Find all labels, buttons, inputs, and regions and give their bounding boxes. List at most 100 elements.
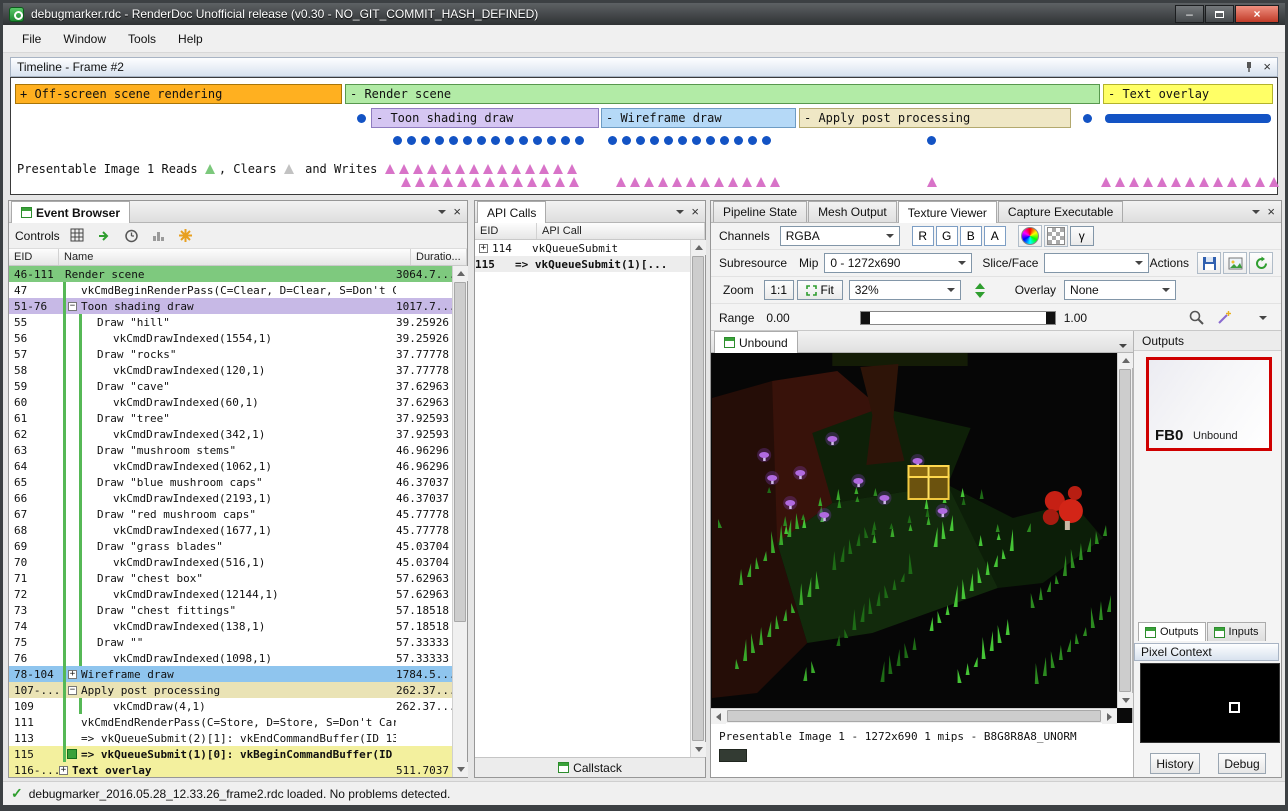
menu-item[interactable]: File [11,28,52,50]
event-row[interactable]: 116-... + Text overlay 511.7037 [9,762,452,777]
chevron-down-icon[interactable] [1252,210,1260,214]
panel-tab[interactable]: Capture Executable [998,201,1123,222]
save-button[interactable] [1197,252,1221,274]
event-row[interactable]: 115 => vkQueueSubmit(1)[0]: vkBeginComma… [9,746,452,762]
close-button[interactable]: × [1235,5,1279,23]
texture-display-area[interactable] [711,353,1133,723]
tab-current-texture[interactable]: Unbound [714,331,798,353]
tab-inputs[interactable]: Inputs [1207,622,1266,641]
event-row[interactable]: 107-... − Apply post processing 262.37..… [9,682,452,698]
bookmark-star-icon[interactable] [177,227,195,245]
minimize-button[interactable]: – [1175,5,1204,23]
pin-icon[interactable] [1243,61,1255,73]
output-thumbnail-fb0[interactable]: FB0 Unbound [1146,357,1272,451]
menu-item[interactable]: Help [167,28,214,50]
callstack-section[interactable]: Callstack [475,757,705,777]
channel-button[interactable]: B [960,226,982,246]
event-row[interactable]: 67 Draw "red mushroom caps" 45.77778 [9,506,452,522]
expander-icon[interactable]: + [68,670,77,679]
close-icon[interactable]: × [453,206,461,218]
menu-item[interactable]: Window [52,28,117,50]
event-row[interactable]: 113 => vkQueueSubmit(2)[1]: vkEndCommand… [9,730,452,746]
find-icon[interactable] [69,227,87,245]
expander-icon[interactable]: − [68,302,77,311]
tab-event-browser[interactable]: Event Browser [11,201,130,223]
event-row[interactable]: 65 Draw "blue mushroom caps" 46.37037 [9,474,452,490]
panel-tab[interactable]: Mesh Output [808,201,897,222]
event-row[interactable]: 63 Draw "mushroom stems" 46.96296 [9,442,452,458]
channels-select[interactable]: RGBA [780,226,900,246]
event-row[interactable]: 59 Draw "cave" 37.62963 [9,378,452,394]
event-row[interactable]: 66 vkCmdDrawIndexed(2193,1) 46.37037 [9,490,452,506]
timeline-bar-toon-shading[interactable]: - Toon shading draw [371,108,599,128]
zoom-select[interactable]: 32% [849,280,961,300]
event-row[interactable]: 62 vkCmdDrawIndexed(342,1) 37.92593 [9,426,452,442]
column-header[interactable]: EID [9,249,59,265]
texture-horizontal-scrollbar[interactable] [711,708,1117,723]
zoom-range-button[interactable] [1187,309,1205,327]
jump-to-eid-icon[interactable] [96,227,114,245]
event-row[interactable]: 111 vkCmdEndRenderPass(C=Store, D=Store,… [9,714,452,730]
mip-select[interactable]: 0 - 1272x690 [824,253,972,273]
expander-icon[interactable]: + [479,244,488,253]
event-row[interactable]: 75 Draw "" 57.33333 [9,634,452,650]
debug-button[interactable]: Debug [1218,753,1266,774]
tab-outputs[interactable]: Outputs [1138,622,1206,641]
api-call-row[interactable]: 115 => vkQueueSubmit(1)[... [475,256,690,272]
event-row[interactable]: 46-111 Render scene 3064.7... [9,266,452,282]
gamma-button[interactable]: γ [1070,226,1094,246]
refresh-button[interactable] [1249,252,1273,274]
channel-button[interactable]: G [936,226,958,246]
fit-button[interactable]: Fit [797,280,843,300]
expander-icon[interactable]: + [59,766,68,775]
timer-icon[interactable] [123,227,141,245]
column-header[interactable]: EID [475,223,537,239]
column-header[interactable]: Name [59,249,411,265]
event-browser-scrollbar[interactable] [452,266,467,777]
maximize-button[interactable] [1205,5,1234,23]
color-wheel-button[interactable] [1018,225,1042,247]
chevron-down-icon[interactable] [438,210,446,214]
timeline-bar-wireframe[interactable]: - Wireframe draw [601,108,796,128]
range-min-handle[interactable] [861,312,870,324]
texture-vertical-scrollbar[interactable] [1117,353,1132,708]
overlay-select[interactable]: None [1064,280,1176,300]
range-max-value[interactable]: 1.00 [1064,311,1087,325]
close-icon[interactable]: × [691,206,699,218]
range-max-handle[interactable] [1046,312,1055,324]
autofit-wand-button[interactable] [1215,309,1233,327]
toolbar-overflow-icon[interactable] [1259,316,1267,320]
tab-api-calls[interactable]: API Calls [477,201,546,223]
range-slider[interactable] [860,311,1056,325]
chevron-down-icon[interactable] [676,210,684,214]
timeline-bar-render-scene[interactable]: - Render scene [345,84,1100,104]
channel-button[interactable]: R [912,226,934,246]
event-row[interactable]: 69 Draw "grass blades" 45.03704 [9,538,452,554]
expander-icon[interactable]: − [68,686,77,695]
event-row[interactable]: 47 vkCmdBeginRenderPass(C=Clear, D=Clear… [9,282,452,298]
event-row[interactable]: 73 Draw "chest fittings" 57.18518 [9,602,452,618]
texture-image[interactable] [712,353,1118,708]
column-header[interactable]: Duratio... [411,249,467,265]
zoom-1to1-button[interactable]: 1:1 [764,280,794,300]
timeline-bar-offscreen[interactable]: + Off-screen scene rendering [15,84,342,104]
event-row[interactable]: 72 vkCmdDrawIndexed(12144,1) 57.62963 [9,586,452,602]
event-row[interactable]: 55 Draw "hill" 39.25926 [9,314,452,330]
statistics-icon[interactable] [150,227,168,245]
close-icon[interactable]: × [1267,206,1275,218]
channel-button[interactable]: A [984,226,1006,246]
history-button[interactable]: History [1150,753,1200,774]
event-row[interactable]: 70 vkCmdDrawIndexed(516,1) 45.03704 [9,554,452,570]
timeline-bar-post-processing[interactable]: - Apply post processing [799,108,1071,128]
event-row[interactable]: 109 vkCmdDraw(4,1) 262.37... [9,698,452,714]
event-row[interactable]: 71 Draw "chest box" 57.62963 [9,570,452,586]
event-row[interactable]: 60 vkCmdDrawIndexed(60,1) 37.62963 [9,394,452,410]
checkerboard-button[interactable] [1044,225,1068,247]
pixel-context-view[interactable] [1140,663,1280,743]
timeline-bar-text-overlay[interactable]: - Text overlay [1103,84,1273,104]
event-row[interactable]: 51-76 − Toon shading draw 1017.7... [9,298,452,314]
event-row[interactable]: 56 vkCmdDrawIndexed(1554,1) 39.25926 [9,330,452,346]
menu-item[interactable]: Tools [117,28,167,50]
open-image-button[interactable] [1223,252,1247,274]
event-row[interactable]: 68 vkCmdDrawIndexed(1677,1) 45.77778 [9,522,452,538]
